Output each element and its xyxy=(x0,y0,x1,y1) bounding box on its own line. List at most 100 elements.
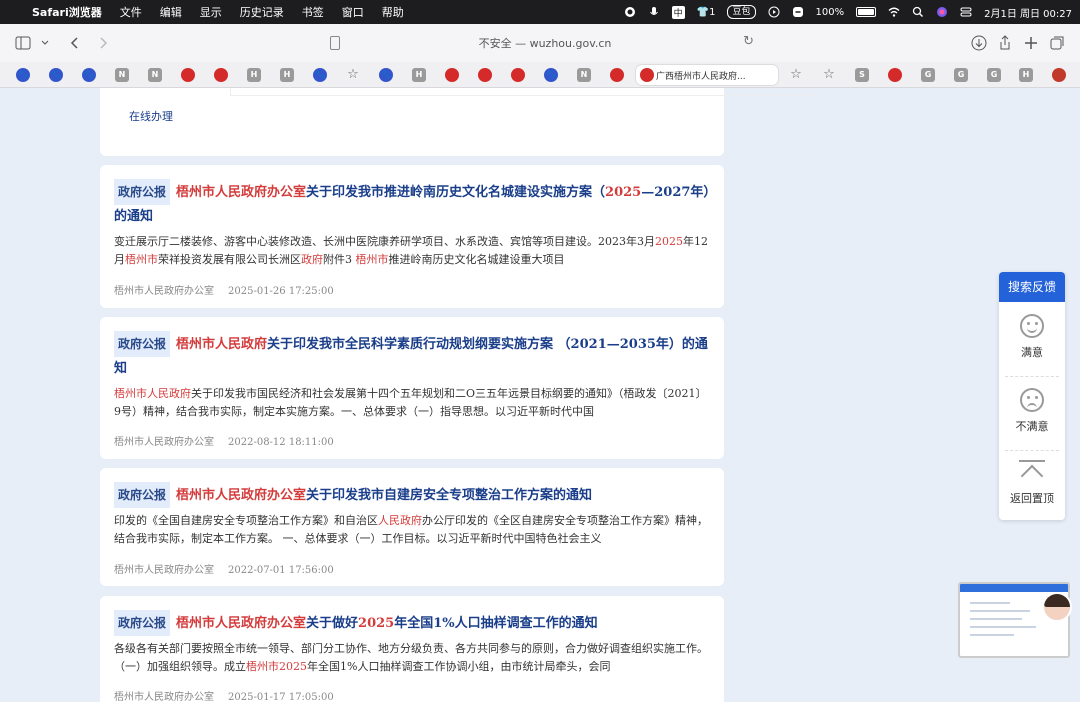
spotlight-search-icon[interactable] xyxy=(912,6,924,18)
control-center-icon[interactable] xyxy=(960,6,972,18)
bookmark-n-icon[interactable]: N xyxy=(577,68,591,82)
menu-edit[interactable]: 编辑 xyxy=(160,4,182,20)
clock[interactable]: 2月1日 周日 00:27 xyxy=(984,5,1072,20)
baidu-paw-icon[interactable]: 🐾 xyxy=(16,68,30,82)
record-icon[interactable] xyxy=(624,6,636,18)
national-emblem-icon[interactable] xyxy=(478,68,492,82)
search-result-card: 政府公报 梧州市人民政府关于印发我市全民科学素质行动规划纲要实施方案 （2021—… xyxy=(100,317,724,459)
result-source: 梧州市人民政府办公室 xyxy=(114,565,214,576)
menu-bookmarks[interactable]: 书签 xyxy=(302,4,324,20)
menu-help[interactable]: 帮助 xyxy=(382,4,404,20)
online-service-card: 在线办理 xyxy=(100,88,814,156)
new-tab-icon[interactable] xyxy=(1022,34,1040,52)
national-emblem-icon[interactable] xyxy=(181,68,195,82)
notification-count[interactable]: 👕1 xyxy=(697,7,716,18)
national-emblem-icon[interactable] xyxy=(610,68,624,82)
star-icon[interactable]: ☆ xyxy=(346,68,360,82)
reload-icon[interactable]: ↻ xyxy=(743,34,754,49)
search-feedback-panel: 搜索反馈 满意 不满意 返回置顶 xyxy=(999,272,1065,520)
result-date: 2022-07-01 17:56:00 xyxy=(228,565,334,576)
tab-overview-icon[interactable] xyxy=(1048,34,1066,52)
result-source: 梧州市人民政府办公室 xyxy=(114,286,214,297)
active-bookmark-label: 广西梧州市人民政府... xyxy=(656,71,746,82)
baidu-paw-icon[interactable]: 🐾 xyxy=(379,68,393,82)
bookmark-g-icon[interactable]: G xyxy=(987,68,1001,82)
wifi-icon[interactable] xyxy=(888,6,900,18)
thumbnail-line xyxy=(970,610,1030,612)
result-tag: 政府公报 xyxy=(114,331,171,357)
bookmark-n-icon[interactable]: N xyxy=(115,68,129,82)
result-tag: 政府公报 xyxy=(114,482,171,508)
result-meta: 梧州市人民政府办公室 2025-01-26 17:25:00 xyxy=(114,282,348,297)
baidu-paw-icon[interactable]: 🐾 xyxy=(49,68,63,82)
input-method-indicator[interactable]: 中 xyxy=(671,5,685,19)
assistant-avatar[interactable] xyxy=(1042,592,1072,622)
national-emblem-icon[interactable] xyxy=(445,68,459,82)
address-bar[interactable]: 不安全 — wuzhou.gov.cn ↻ xyxy=(330,30,760,56)
menu-history[interactable]: 历史记录 xyxy=(240,4,284,20)
online-service-link[interactable]: 在线办理 xyxy=(129,108,173,124)
battery-icon[interactable] xyxy=(856,7,877,17)
star-icon[interactable]: ☆ xyxy=(822,68,836,82)
menu-file[interactable]: 文件 xyxy=(120,4,142,20)
reader-icon[interactable] xyxy=(330,36,340,50)
thumbnail-header xyxy=(960,584,1068,592)
result-title[interactable]: 政府公报 梧州市人民政府办公室关于做好2025年全国1%人口抽样调查工作的通知 xyxy=(114,610,710,636)
baidu-paw-icon[interactable]: 🐾 xyxy=(544,68,558,82)
result-date: 2022-08-12 18:11:00 xyxy=(228,437,334,448)
thumbnail-line xyxy=(970,626,1036,628)
bookmark-h-icon[interactable]: H xyxy=(1019,68,1033,82)
national-emblem-icon[interactable] xyxy=(511,68,525,82)
result-date: 2025-01-26 17:25:00 xyxy=(228,286,334,297)
download-icon[interactable] xyxy=(970,34,988,52)
result-source: 梧州市人民政府办公室 xyxy=(114,692,214,702)
active-bookmark-tab[interactable]: 广西梧州市人民政府... xyxy=(636,65,778,85)
back-to-top-button[interactable]: 返回置顶 xyxy=(999,460,1065,506)
bookmark-n-icon[interactable]: N xyxy=(148,68,162,82)
play-circle-icon[interactable] xyxy=(768,6,780,18)
baidu-paw-icon[interactable]: 🐾 xyxy=(82,68,96,82)
thumbnail-line xyxy=(970,602,1010,604)
back-to-top-icon xyxy=(1019,460,1045,482)
back-icon[interactable] xyxy=(66,34,84,52)
bookmark-h-icon[interactable]: H xyxy=(247,68,261,82)
status-area: 中 👕1 豆包 100% 2月1日 周日 00:27 xyxy=(624,0,1072,24)
result-title[interactable]: 政府公报 梧州市人民政府关于印发我市全民科学素质行动规划纲要实施方案 （2021—… xyxy=(114,331,710,381)
bookmark-g-icon[interactable]: G xyxy=(954,68,968,82)
result-snippet: 变迁展示厅二楼装修、游客中心装修改造、长洲中医院康养研学项目、水系改造、宾馆等项… xyxy=(114,235,708,266)
baidu-paw-icon[interactable]: 🐾 xyxy=(313,68,327,82)
chevron-down-icon[interactable] xyxy=(36,34,54,52)
sidebar-toggle-icon[interactable] xyxy=(14,34,32,52)
satisfied-button[interactable]: 满意 xyxy=(999,314,1065,360)
national-emblem-icon[interactable] xyxy=(888,68,902,82)
screen-mirror-icon[interactable] xyxy=(792,6,804,18)
doubao-badge[interactable]: 豆包 xyxy=(727,5,756,19)
forward-icon[interactable] xyxy=(94,34,112,52)
microphone-icon[interactable] xyxy=(648,6,660,18)
red-site-icon[interactable] xyxy=(1052,68,1066,82)
address-text[interactable]: 不安全 — wuzhou.gov.cn xyxy=(479,35,612,51)
bookmark-g-icon[interactable]: G xyxy=(921,68,935,82)
result-meta: 梧州市人民政府办公室 2022-08-12 18:11:00 xyxy=(114,433,348,448)
unsatisfied-button[interactable]: 不满意 xyxy=(999,388,1065,434)
card-divider xyxy=(230,88,814,96)
frown-icon xyxy=(1020,388,1044,412)
menu-window[interactable]: 窗口 xyxy=(342,4,364,20)
star-icon[interactable]: ☆ xyxy=(789,68,803,82)
search-result-card: 政府公报 梧州市人民政府办公室关于印发我市推进岭南历史文化名城建设实施方案（202… xyxy=(100,165,724,308)
result-meta: 梧州市人民政府办公室 2025-01-17 17:05:00 xyxy=(114,688,348,702)
result-title[interactable]: 政府公报 梧州市人民政府办公室关于印发我市自建房安全专项整治工作方案的通知 xyxy=(114,482,710,508)
favorites-bar: 🐾 🐾 🐾 N N H H 🐾 ☆ 🐾 H 🐾 N 广西梧州市人民政府... ☆… xyxy=(0,62,1080,88)
national-emblem-icon[interactable] xyxy=(214,68,228,82)
siri-icon[interactable] xyxy=(936,6,948,18)
bookmark-h-icon[interactable]: H xyxy=(412,68,426,82)
menu-bar: Safari浏览器 文件 编辑 显示 历史记录 书签 窗口 帮助 中 👕1 豆包… xyxy=(0,0,1080,24)
menu-app-name[interactable]: Safari浏览器 xyxy=(32,4,102,20)
thumbnail-line xyxy=(970,634,1014,636)
share-icon[interactable] xyxy=(996,34,1014,52)
bookmark-h-icon[interactable]: H xyxy=(280,68,294,82)
bookmark-s-icon[interactable]: S xyxy=(855,68,869,82)
result-title[interactable]: 政府公报 梧州市人民政府办公室关于印发我市推进岭南历史文化名城建设实施方案（202… xyxy=(114,179,710,229)
menu-view[interactable]: 显示 xyxy=(200,4,222,20)
result-source: 梧州市人民政府办公室 xyxy=(114,437,214,448)
